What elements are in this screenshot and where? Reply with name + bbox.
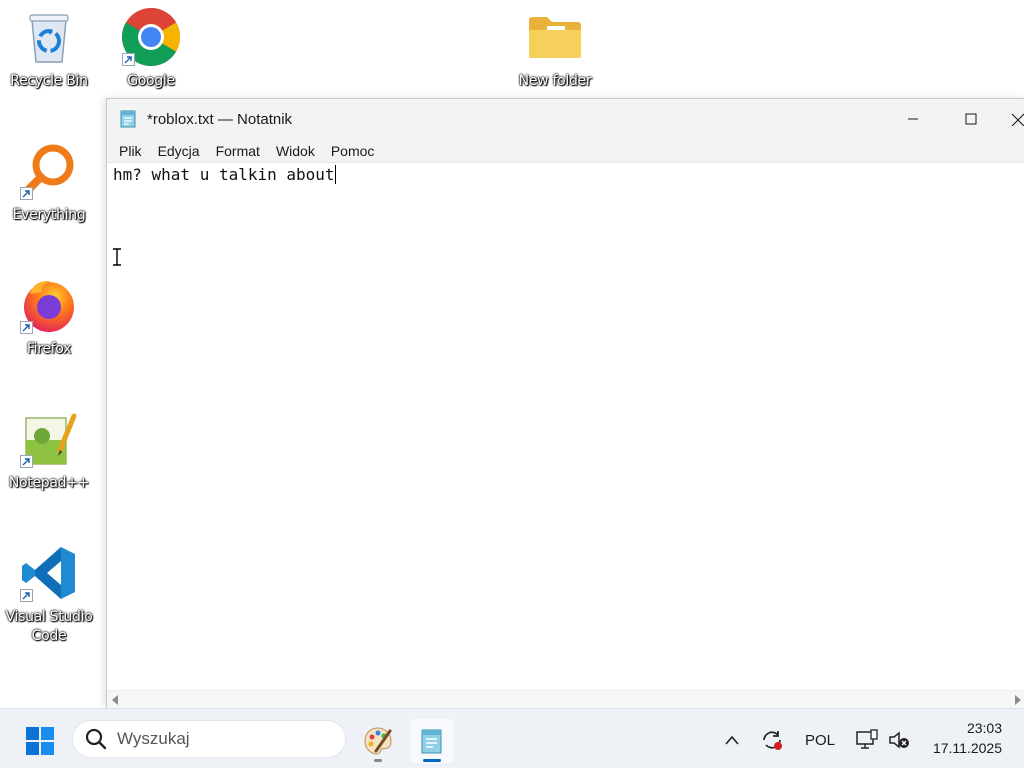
volume-muted-icon <box>889 731 909 749</box>
tray-sync-button[interactable] <box>758 727 786 753</box>
scroll-left-icon[interactable] <box>111 695 119 705</box>
text-editor[interactable]: hm? what u talkin about <box>107 163 1024 690</box>
shortcut-arrow-icon <box>20 187 33 200</box>
taskbar-search[interactable] <box>72 720 346 758</box>
horizontal-scrollbar[interactable] <box>107 690 1024 708</box>
desktop-icon-google-chrome[interactable]: Google Chrome <box>106 6 196 91</box>
paint-palette-icon <box>364 727 392 755</box>
taskbar-app-notepad[interactable] <box>410 719 454 763</box>
window-title: *roblox.txt — Notatnik <box>147 110 293 128</box>
shortcut-arrow-icon <box>20 455 33 468</box>
search-icon <box>85 728 107 750</box>
title-bar[interactable]: *roblox.txt — Notatnik <box>107 99 1024 139</box>
tray-overflow-button[interactable] <box>722 727 742 753</box>
menu-help[interactable]: Pomoc <box>323 139 383 163</box>
start-button[interactable] <box>22 723 58 759</box>
desktop-icon-label: Everything <box>12 207 86 223</box>
clock-time: 23:03 <box>966 720 1002 736</box>
close-button[interactable] <box>1000 99 1024 139</box>
minimize-icon <box>908 118 918 120</box>
desktop-icon-new-folder[interactable]: New folder <box>510 6 600 91</box>
window-controls <box>884 99 1024 139</box>
desktop-icon-everything[interactable]: Everything <box>4 140 94 225</box>
chevron-up-icon <box>725 735 739 745</box>
notepad-plus-plus-icon <box>18 408 80 470</box>
menu-file[interactable]: Plik <box>111 139 150 163</box>
desktop-icon-recycle-bin[interactable]: Recycle Bin <box>4 6 94 91</box>
text-caret <box>334 165 336 184</box>
notepad-app-icon <box>120 110 136 128</box>
desktop-icon-visual-studio-code[interactable]: Visual Studio Code <box>4 542 94 646</box>
maximize-icon <box>965 113 977 125</box>
desktop-icon-label: Recycle Bin <box>10 73 88 89</box>
menu-view[interactable]: Widok <box>268 139 323 163</box>
network-monitor-icon <box>856 729 878 749</box>
desktop-icon-label: Visual Studio Code <box>5 609 93 644</box>
shortcut-arrow-icon <box>122 53 135 66</box>
magnifier-icon <box>18 140 80 202</box>
folder-icon <box>524 6 586 68</box>
close-icon <box>1011 113 1024 126</box>
sync-icon <box>763 731 782 750</box>
editor-text: hm? what u talkin about <box>113 165 335 184</box>
clock-date: 17.11.2025 <box>932 740 1002 756</box>
tray-volume-button[interactable] <box>886 727 912 753</box>
shortcut-arrow-icon <box>20 321 33 334</box>
tray-network-button[interactable] <box>854 727 880 753</box>
active-indicator <box>423 759 441 762</box>
desktop-icon-firefox[interactable]: Firefox <box>4 274 94 359</box>
language-indicator[interactable]: POL <box>800 727 840 753</box>
shortcut-arrow-icon <box>20 589 33 602</box>
desktop-icon-label: New folder <box>518 73 592 89</box>
desktop-icon-label: Notepad++ <box>8 475 90 491</box>
menu-edit[interactable]: Edycja <box>150 139 208 163</box>
ibeam-cursor-icon <box>113 248 121 266</box>
notepad-window[interactable]: *roblox.txt — Notatnik Plik Edycja Forma… <box>106 98 1024 708</box>
search-input[interactable] <box>117 729 317 749</box>
maximize-button[interactable] <box>942 99 1000 139</box>
desktop-icon-label: Firefox <box>26 341 72 357</box>
taskbar-app-paint[interactable] <box>356 719 400 763</box>
notepad-icon <box>421 729 442 754</box>
recycle-bin-icon <box>18 6 80 68</box>
menu-format[interactable]: Format <box>208 139 268 163</box>
menu-bar: Plik Edycja Format Widok Pomoc <box>107 139 1024 163</box>
vscode-icon <box>18 542 80 604</box>
minimize-button[interactable] <box>884 99 942 139</box>
taskbar: POL 23:03 17.11.2025 <box>0 708 1024 768</box>
running-indicator <box>374 759 382 762</box>
chrome-icon <box>120 6 182 68</box>
scroll-right-icon[interactable] <box>1014 695 1022 705</box>
desktop-icon-notepad-plus-plus[interactable]: Notepad++ <box>4 408 94 493</box>
desktop-icon-label: Google Chrome <box>127 73 175 89</box>
firefox-icon <box>18 274 80 336</box>
taskbar-clock[interactable]: 23:03 17.11.2025 <box>933 719 1002 759</box>
windows-logo-icon <box>26 727 54 755</box>
